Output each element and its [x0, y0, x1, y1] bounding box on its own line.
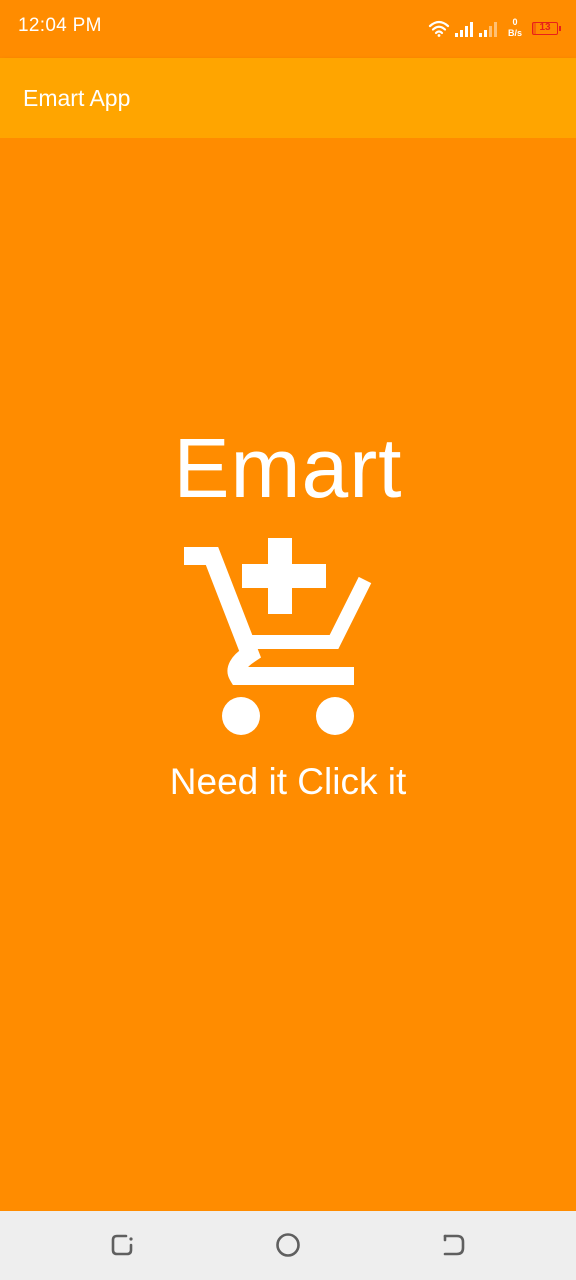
- battery-icon: 13: [532, 21, 561, 35]
- status-time: 12:04 PM: [18, 15, 102, 36]
- app-bar: Emart App: [0, 58, 576, 138]
- app-title: Emart App: [23, 85, 131, 111]
- wifi-icon: [428, 19, 450, 37]
- splash-content: Emart Need it Click it: [0, 138, 576, 1211]
- status-icons: 0 B/s 13: [428, 13, 561, 43]
- system-nav-bar: [0, 1211, 576, 1280]
- signal-icon: [454, 19, 476, 37]
- back-icon[interactable]: [438, 1229, 470, 1261]
- battery-level-text: 13: [539, 21, 551, 33]
- recent-apps-icon[interactable]: [106, 1229, 138, 1261]
- net-speed-unit: B/s: [507, 28, 522, 38]
- home-icon[interactable]: [272, 1229, 304, 1261]
- tagline: Need it Click it: [169, 761, 407, 802]
- signal-icon: [478, 19, 500, 37]
- cart-plus-icon: [180, 536, 380, 743]
- net-speed-value: 0: [512, 17, 518, 27]
- brand-title: Emart: [173, 421, 403, 515]
- net-speed: 0 B/s: [504, 17, 526, 39]
- status-bar: 12:04 PM 0 B/s 13: [0, 0, 576, 58]
